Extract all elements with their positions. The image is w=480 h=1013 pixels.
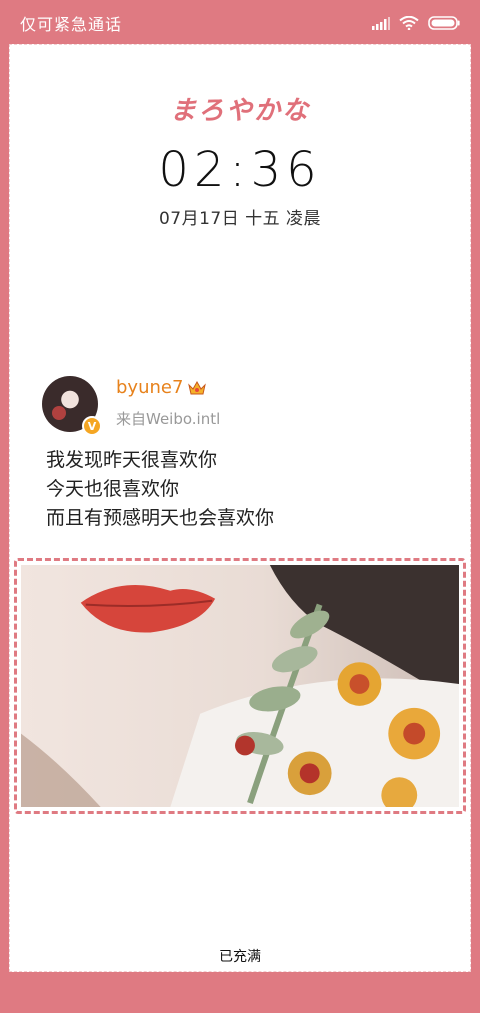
- post-line-2: 今天也很喜欢你: [46, 478, 180, 500]
- lockscreen-title: まろやかな: [169, 96, 310, 126]
- post-text: 我发现昨天很喜欢你 今天也很喜欢你 而且有预感明天也会喜欢你: [46, 446, 446, 533]
- post-source: 来自Weibo.intl: [116, 410, 221, 428]
- post-image-frame[interactable]: [14, 558, 466, 814]
- signal-icon: [372, 16, 390, 30]
- post-line-1: 我发现昨天很喜欢你: [46, 449, 218, 471]
- status-bar: 仅可紧急通话: [0, 0, 480, 46]
- crown-icon: [188, 380, 207, 394]
- username-row[interactable]: byune7: [116, 377, 207, 398]
- emergency-call-only-text: 仅可紧急通话: [20, 15, 123, 34]
- clock-time: 02:36: [158, 142, 322, 198]
- photo-lips-roses: [21, 565, 459, 807]
- wifi-icon: [399, 16, 419, 30]
- date-text: 07月17日 十五 凌晨: [158, 209, 322, 229]
- battery-icon: [428, 16, 460, 30]
- avatar[interactable]: V: [42, 376, 102, 436]
- lockscreen-card: まろやかな 02:36 07月17日 十五 凌晨 V byune7 来自Weib…: [9, 44, 471, 972]
- username[interactable]: byune7: [116, 377, 183, 398]
- charging-status: 已充满: [219, 949, 261, 965]
- post-image[interactable]: [21, 565, 459, 807]
- verified-badge: V: [82, 416, 102, 436]
- status-icons: [372, 16, 460, 30]
- post-line-3: 而且有预感明天也会喜欢你: [46, 507, 275, 529]
